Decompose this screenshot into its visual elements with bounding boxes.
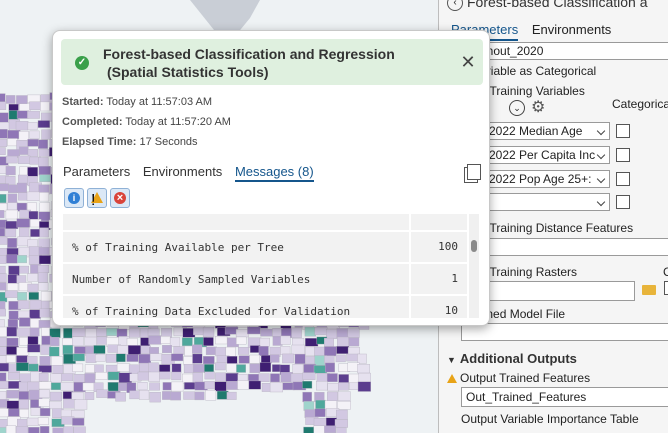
tab-parameters[interactable]: Parameters — [63, 164, 130, 179]
expand-caret-icon: ▼ — [447, 355, 456, 365]
popup-title: Forest-based Classification and Regressi… — [103, 45, 395, 81]
tab-environments[interactable]: Environments — [143, 164, 222, 179]
pane-title: Forest-based Classification a — [467, 0, 648, 10]
output-trained-features-field[interactable]: Out_Trained_Features — [461, 387, 668, 407]
copy-icon[interactable] — [467, 164, 481, 180]
messages-scrollbar[interactable] — [469, 214, 479, 318]
completed-value: Today at 11:57:20 AM — [125, 116, 231, 128]
table-row-partial — [63, 214, 467, 232]
table-row: % of Training Available per Tree 100 — [63, 232, 467, 264]
tab-messages[interactable]: Messages (8) — [234, 164, 314, 182]
started-value: Today at 11:57:03 AM — [106, 96, 213, 108]
message-value: 10 — [409, 296, 467, 318]
variable-select-1[interactable]: 2022 Median Age — [484, 122, 610, 140]
gear-icon[interactable]: ⚙ — [531, 97, 545, 117]
warning-icon — [447, 374, 457, 383]
categorical-checkbox-2[interactable] — [616, 148, 630, 162]
importance-table-label: Output Variable Importance Table — [461, 412, 639, 426]
rasters-checkbox[interactable] — [664, 281, 668, 295]
error-filter-icon[interactable] — [110, 188, 130, 208]
message-filters — [64, 188, 133, 208]
categorical-checkbox-4[interactable] — [616, 195, 630, 209]
warning-filter-icon[interactable] — [87, 188, 107, 208]
rasters-column-header: C — [663, 265, 668, 279]
elapsed-label: Elapsed Time: — [62, 136, 137, 148]
elapsed-value: 17 Seconds — [139, 136, 198, 148]
table-row: Number of Randomly Sampled Variables 1 — [63, 264, 467, 296]
categorical-checkbox-3[interactable] — [616, 172, 630, 186]
additional-outputs-header[interactable]: ▼ Additional Outputs — [447, 351, 577, 366]
output-trained-features-label: Output Trained Features — [447, 371, 590, 385]
back-icon[interactable]: ‹ — [447, 0, 463, 11]
message-key: Number of Randomly Sampled Variables — [72, 273, 311, 286]
success-banner: ✓ Forest-based Classification and Regres… — [61, 39, 483, 85]
started-label: Started: — [62, 96, 104, 108]
started-row: Started: Today at 11:57:03 AM — [62, 96, 212, 108]
variable-select-4[interactable] — [484, 193, 610, 211]
scrollbar-thumb[interactable] — [471, 240, 477, 252]
completed-label: Completed: — [62, 116, 123, 128]
tool-name: Forest-based Classification and Regressi… — [103, 46, 395, 62]
trained-model-file-field[interactable] — [461, 323, 668, 341]
categorical-column-header: Categorica — [612, 97, 668, 111]
table-row: % of Training Data Excluded for Validati… — [63, 296, 467, 318]
variable-select-2[interactable]: 2022 Per Capita Inc — [484, 146, 610, 164]
message-key: % of Training Data Excluded for Validati… — [72, 305, 351, 318]
categorical-checkbox-1[interactable] — [616, 124, 630, 138]
tool-result-popup: ✓ Forest-based Classification and Regres… — [52, 30, 490, 326]
message-value: 1 — [409, 264, 467, 294]
close-icon[interactable]: ✕ — [459, 53, 477, 71]
completed-row: Completed: Today at 11:57:20 AM — [62, 116, 231, 128]
output-trained-features-text: Output Trained Features — [460, 371, 591, 385]
chevron-down-icon[interactable]: ⌄ — [509, 100, 525, 116]
messages-table: % of Training Available per Tree 100 Num… — [63, 214, 467, 318]
variable-select-3[interactable]: 2022 Pop Age 25+: — [484, 170, 610, 188]
additional-outputs-label: Additional Outputs — [459, 351, 577, 366]
success-check-icon: ✓ — [75, 56, 89, 70]
toolbox-name: (Spatial Statistics Tools) — [107, 64, 269, 80]
message-value: 100 — [409, 232, 467, 262]
elapsed-row: Elapsed Time: 17 Seconds — [62, 136, 198, 148]
target-variable-field[interactable]: _turnout_2020 — [461, 42, 668, 60]
tab-environments[interactable]: Environments — [532, 22, 611, 37]
distance-features-field[interactable] — [461, 238, 668, 256]
message-key: % of Training Available per Tree — [72, 241, 284, 254]
folder-icon[interactable] — [642, 285, 656, 295]
popup-tabs: Parameters Environments Messages (8) — [63, 164, 323, 182]
info-filter-icon[interactable] — [64, 188, 84, 208]
